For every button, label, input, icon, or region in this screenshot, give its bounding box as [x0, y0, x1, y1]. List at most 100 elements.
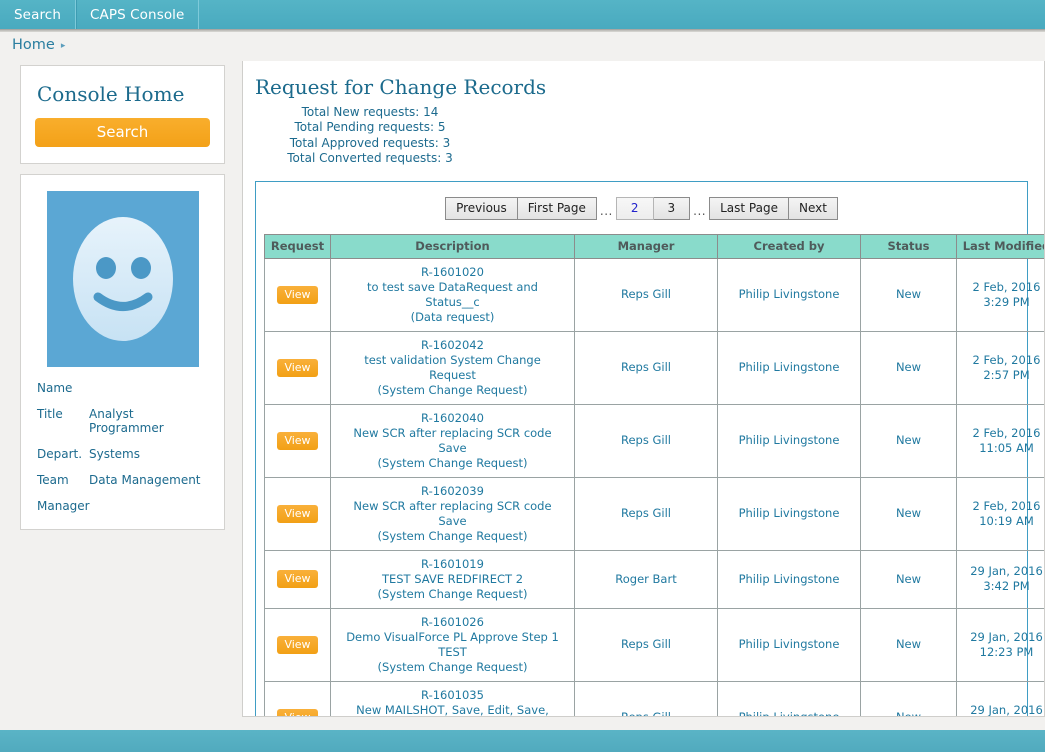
record-description-line: TEST	[438, 644, 467, 659]
cell-status: New	[860, 403, 957, 478]
cell-status: New	[860, 549, 957, 609]
console-home-card: Console Home Search	[20, 65, 225, 164]
pagination-first-page-button[interactable]: First Page	[517, 196, 597, 220]
cell-manager: Roger Bart	[574, 549, 718, 609]
cell-last-modified: 2 Feb, 2016 2:57 PM	[956, 330, 1044, 405]
cell-created-by: Philip Livingstone	[717, 476, 861, 551]
tab-search[interactable]: Search	[0, 0, 76, 29]
cell-description: R-1602039 New SCR after replacing SCR cod…	[330, 476, 575, 551]
avatar	[46, 191, 199, 367]
column-header-description: Description	[330, 233, 575, 259]
tab-caps-console[interactable]: CAPS Console	[76, 0, 200, 29]
view-record-button[interactable]: View	[277, 358, 318, 377]
last-modified-date: 2 Feb, 2016	[972, 279, 1041, 294]
page-title: Request for Change Records	[255, 75, 547, 99]
cell-manager: Reps Gill	[574, 680, 718, 716]
record-description-line: test validation System Change	[364, 352, 541, 367]
last-modified-date: 2 Feb, 2016	[972, 498, 1041, 513]
record-description-line: Save	[438, 513, 467, 528]
view-record-button[interactable]: View	[277, 431, 318, 450]
records-panel: Previous First Page ... 2 3 ... Last Pag…	[255, 180, 1044, 716]
cell-last-modified: 2 Feb, 2016 3:29 PM	[956, 257, 1044, 332]
table-header-row: Request Description Manager Created by S…	[264, 233, 1044, 259]
cell-created-by: Philip Livingstone	[717, 549, 861, 609]
record-description-line: Demo VisualForce PL Approve Step 1	[346, 629, 559, 644]
record-description-line: New SCR after replacing SCR code	[353, 498, 552, 513]
column-header-status: Status	[860, 233, 957, 259]
pagination-previous-button[interactable]: Previous	[445, 196, 518, 220]
cell-description: R-1601026 Demo VisualForce PL Approve Ste…	[330, 607, 575, 682]
pagination-ellipsis-right: ...	[693, 204, 707, 219]
cell-description: R-1602042 test validation System Change Re…	[330, 330, 575, 405]
cell-manager: Reps Gill	[574, 257, 718, 332]
record-number: R-1602042	[421, 337, 484, 352]
cell-last-modified: 29 Jan, 2016 12:23 PM	[956, 607, 1044, 682]
table-row: View R-1602040 New SCR after replacing SCR…	[264, 403, 1044, 478]
records-table-body: View R-1601020 to test save DataRequest an…	[264, 257, 1044, 717]
records-table: Request Description Manager Created by S…	[264, 233, 1044, 717]
cell-request: View	[264, 257, 331, 332]
column-header-created-by: Created by	[717, 233, 861, 259]
cell-last-modified: 2 Feb, 2016 11:05 AM	[956, 403, 1044, 478]
cell-manager: Reps Gill	[574, 476, 718, 551]
smiley-face-avatar-icon	[72, 217, 173, 341]
cell-request: View	[264, 403, 331, 478]
record-type: (System Change Request)	[377, 382, 528, 397]
pagination-page-2-button[interactable]: 2	[615, 196, 654, 220]
cell-last-modified: 2 Feb, 2016 10:19 AM	[956, 476, 1044, 551]
cell-created-by: Philip Livingstone	[717, 403, 861, 478]
last-modified-time: 3:42 PM	[983, 579, 1030, 594]
last-modified-date: 2 Feb, 2016	[972, 352, 1041, 367]
breadcrumb: Home ▸	[0, 29, 1045, 61]
profile-label-department: Depart.	[37, 447, 83, 461]
cell-created-by: Philip Livingstone	[717, 607, 861, 682]
pagination-page-3-button[interactable]: 3	[653, 196, 691, 220]
breadcrumb-home-link[interactable]: Home	[12, 37, 55, 53]
last-modified-time: 10:19 AM	[979, 513, 1034, 528]
last-modified-time: 12:23 PM	[979, 644, 1034, 659]
sidebar: Console Home Search Name Title Analyst P…	[20, 65, 230, 540]
record-description-line: to test save DataRequest and	[367, 279, 538, 294]
record-type: (System Change Request)	[377, 586, 528, 601]
total-new-requests: Total New requests: 14	[301, 105, 439, 119]
profile-value-team: Data Management	[89, 473, 201, 487]
pagination-ellipsis-left: ...	[599, 204, 613, 219]
table-row: View R-1601026 Demo VisualForce PL Approve…	[264, 607, 1044, 682]
profile-row-title: Title Analyst Programmer	[37, 407, 210, 435]
column-header-manager: Manager	[574, 233, 718, 259]
table-row: View R-1601020 to test save DataRequest an…	[264, 257, 1044, 332]
view-record-button[interactable]: View	[277, 570, 318, 589]
view-record-button[interactable]: View	[277, 504, 318, 523]
profile-value-title: Analyst Programmer	[89, 407, 164, 435]
view-record-button[interactable]: View	[277, 285, 318, 304]
pagination-next-button[interactable]: Next	[788, 196, 838, 220]
last-modified-time: 3:29 PM	[983, 294, 1030, 309]
cell-manager: Reps Gill	[574, 330, 718, 405]
column-header-last-modified: Last Modified	[956, 233, 1044, 259]
tab-caps-console-label: CAPS Console	[89, 6, 185, 23]
pagination-controls: Previous First Page ... 2 3 ... Last Pag…	[264, 196, 1019, 220]
profile-row-manager: Manager	[37, 499, 210, 513]
record-description-line: TEST SAVE REDFIRECT 2	[381, 571, 524, 586]
search-button[interactable]: Search	[35, 118, 210, 147]
cell-status: New	[860, 680, 957, 716]
tab-search-label: Search	[14, 6, 61, 23]
last-modified-time: 2:57 PM	[983, 367, 1030, 382]
record-type: (System Change Request)	[377, 455, 528, 470]
profile-card: Name Title Analyst Programmer Depart. Sy…	[20, 174, 225, 530]
record-description-line: Save	[438, 440, 467, 455]
cell-request: View	[264, 476, 331, 551]
cell-request: View	[264, 680, 331, 716]
pagination-last-page-button[interactable]: Last Page	[709, 196, 789, 220]
record-description-line: New MAILSHOT, Save, Edit, Save,	[356, 702, 549, 717]
table-row: View R-1602039 New SCR after replacing SCR…	[264, 476, 1044, 551]
profile-value-department: Systems	[89, 447, 140, 461]
record-number: R-1602040	[421, 410, 484, 425]
view-record-button[interactable]: View	[277, 635, 318, 654]
cell-created-by: Philip Livingstone	[717, 257, 861, 332]
record-description-line: New SCR after replacing SCR code	[353, 425, 552, 440]
view-record-button[interactable]: View	[277, 708, 318, 716]
table-row: View R-1601019 TEST SAVE REDFIRECT 2 (Syste…	[264, 549, 1044, 609]
footer-bar	[0, 730, 1045, 752]
record-type: (Data request)	[410, 309, 495, 324]
